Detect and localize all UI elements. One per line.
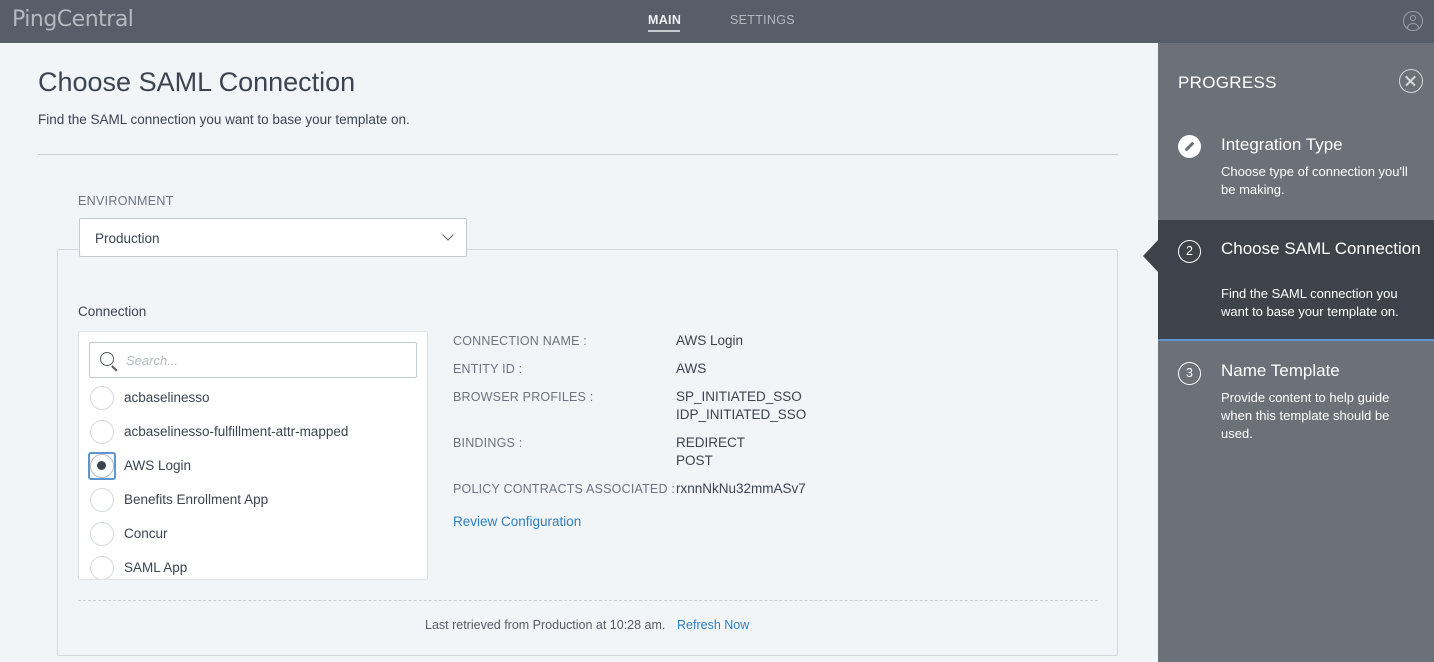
search-icon [100, 352, 114, 366]
connection-list[interactable]: Search... acbaselinesso acbaselinesso-fu… [78, 331, 428, 580]
browser-profiles-value-1: SP_INITIATED_SSO [676, 389, 802, 404]
connection-name-key: CONNECTION NAME : [453, 334, 587, 348]
refresh-now-link[interactable]: Refresh Now [677, 618, 749, 632]
page-title: Choose SAML Connection [38, 67, 356, 97]
review-configuration-link[interactable]: Review Configuration [453, 514, 581, 529]
connection-option-label: SAML App [124, 560, 188, 575]
radio-button-selected[interactable] [90, 454, 114, 478]
environment-label: ENVIRONMENT [78, 194, 174, 208]
pencil-icon [1178, 135, 1201, 158]
connection-option-label: Concur [124, 526, 168, 541]
browser-profiles-value-2: IDP_INITIATED_SSO [676, 407, 807, 422]
progress-step-integration-type[interactable]: Integration Type Choose type of connecti… [1158, 123, 1434, 220]
connection-option-label: Benefits Enrollment App [124, 492, 269, 507]
step-title: Choose SAML Connection [1221, 239, 1421, 258]
step-number-icon: 3 [1178, 362, 1201, 385]
user-avatar-icon[interactable] [1403, 11, 1423, 31]
connection-label: Connection [78, 304, 147, 319]
connection-option-label: AWS Login [124, 458, 192, 473]
entity-id-value: AWS [676, 361, 707, 376]
main-content: Choose SAML Connection Find the SAML con… [0, 43, 1158, 662]
progress-step-choose-saml[interactable]: 2 Choose SAML Connection Find the SAML c… [1143, 220, 1434, 341]
dashed-divider [78, 600, 1098, 601]
progress-step-name-template[interactable]: 3 Name Template Provide content to help … [1158, 341, 1434, 471]
search-placeholder: Search... [126, 353, 179, 368]
policy-contracts-value: rxnnNkNu32mmASv7 [676, 481, 806, 496]
step-description: Find the SAML connection you want to bas… [1221, 286, 1399, 319]
progress-sidebar: PROGRESS Integration Type Choose type of… [1143, 43, 1434, 662]
radio-button[interactable] [90, 386, 114, 410]
browser-profiles-key: BROWSER PROFILES : [453, 390, 594, 404]
environment-value: Production [95, 231, 160, 246]
bindings-key: BINDINGS : [453, 436, 523, 450]
step-number-icon: 2 [1178, 240, 1201, 263]
connection-option-label: acbaselinesso [124, 390, 210, 405]
page-subtitle: Find the SAML connection you want to bas… [38, 112, 410, 127]
radio-button[interactable] [90, 420, 114, 444]
environment-select[interactable]: Production [79, 218, 467, 257]
tab-settings[interactable]: SETTINGS [730, 13, 795, 27]
step-description: Provide content to help guide when this … [1221, 390, 1390, 441]
last-retrieved-text: Last retrieved from Production at 10:28 … [425, 618, 666, 632]
radio-button[interactable] [90, 488, 114, 512]
close-icon[interactable] [1399, 69, 1423, 93]
connection-option[interactable]: Benefits Enrollment App [89, 486, 419, 516]
connection-option[interactable]: acbaselinesso-fulfillment-attr-mapped [89, 418, 419, 448]
tab-main[interactable]: MAIN [648, 13, 681, 27]
connection-name-value: AWS Login [676, 333, 744, 348]
connection-option-label: acbaselinesso-fulfillment-attr-mapped [124, 424, 349, 439]
radio-button[interactable] [90, 556, 114, 579]
top-bar: PingCentral MAIN SETTINGS [0, 0, 1434, 43]
bindings-value-1: REDIRECT [676, 435, 746, 450]
bindings-value-2: POST [676, 453, 713, 468]
policy-contracts-key: POLICY CONTRACTS ASSOCIATED : [453, 482, 676, 496]
step-description: Choose type of connection you'll be maki… [1221, 164, 1408, 197]
connection-option[interactable]: Concur [89, 520, 419, 550]
radio-button[interactable] [90, 522, 114, 546]
tab-main-underline [648, 30, 680, 32]
entity-id-key: ENTITY ID : [453, 362, 523, 376]
app-logo[interactable]: PingCentral [12, 7, 134, 32]
search-input[interactable]: Search... [89, 342, 417, 378]
step-title: Name Template [1221, 361, 1340, 380]
step-title: Integration Type [1221, 135, 1343, 154]
divider [38, 154, 1118, 155]
connection-option-selected[interactable]: AWS Login [88, 452, 419, 482]
connection-option[interactable]: acbaselinesso [89, 384, 419, 414]
active-step-pointer [1143, 240, 1158, 272]
chevron-down-icon [442, 229, 454, 241]
progress-title: PROGRESS [1178, 73, 1277, 92]
connection-option[interactable]: SAML App [89, 554, 419, 579]
